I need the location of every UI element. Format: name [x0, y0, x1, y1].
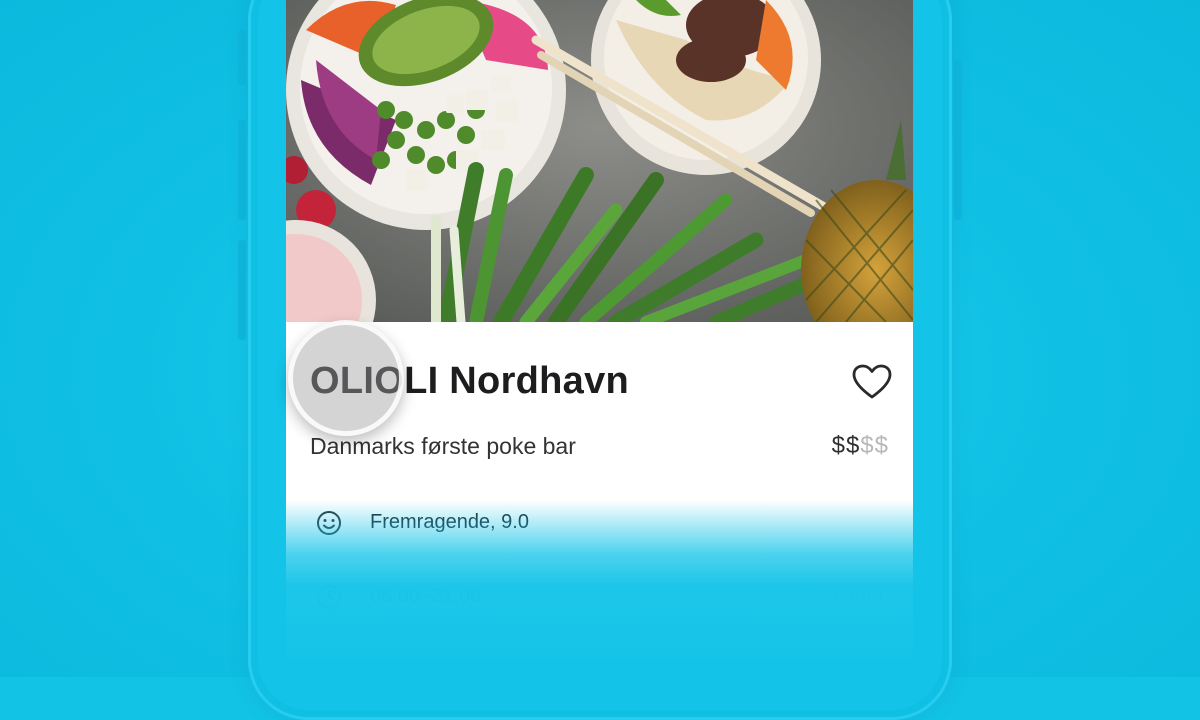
- phone-volume-up-button: [238, 120, 246, 220]
- rating-text: Fremragende, 9.0: [370, 511, 529, 533]
- favorite-heart-icon[interactable]: [852, 364, 892, 400]
- price-level: $$$$: [832, 432, 889, 460]
- phone-volume-down-button: [238, 240, 246, 340]
- clock-icon: [317, 585, 341, 609]
- price-level-active: $$: [831, 432, 861, 459]
- restaurant-hero-image: [286, 0, 913, 322]
- price-level-inactive: $$: [860, 432, 889, 459]
- tap-indicator: [288, 320, 404, 436]
- phone-power-button: [954, 60, 962, 220]
- rating-row: Fremragende, 9.0: [286, 502, 913, 542]
- phone-side-button: [238, 30, 246, 85]
- opening-hours-text: 08.00–21.00: [370, 585, 482, 607]
- restaurant-tagline: Danmarks første poke bar: [310, 433, 576, 459]
- hours-row: 08.00–21.00 Mere info: [286, 576, 913, 616]
- smiley-icon: [317, 511, 341, 535]
- more-info-link[interactable]: Mere info: [800, 585, 883, 608]
